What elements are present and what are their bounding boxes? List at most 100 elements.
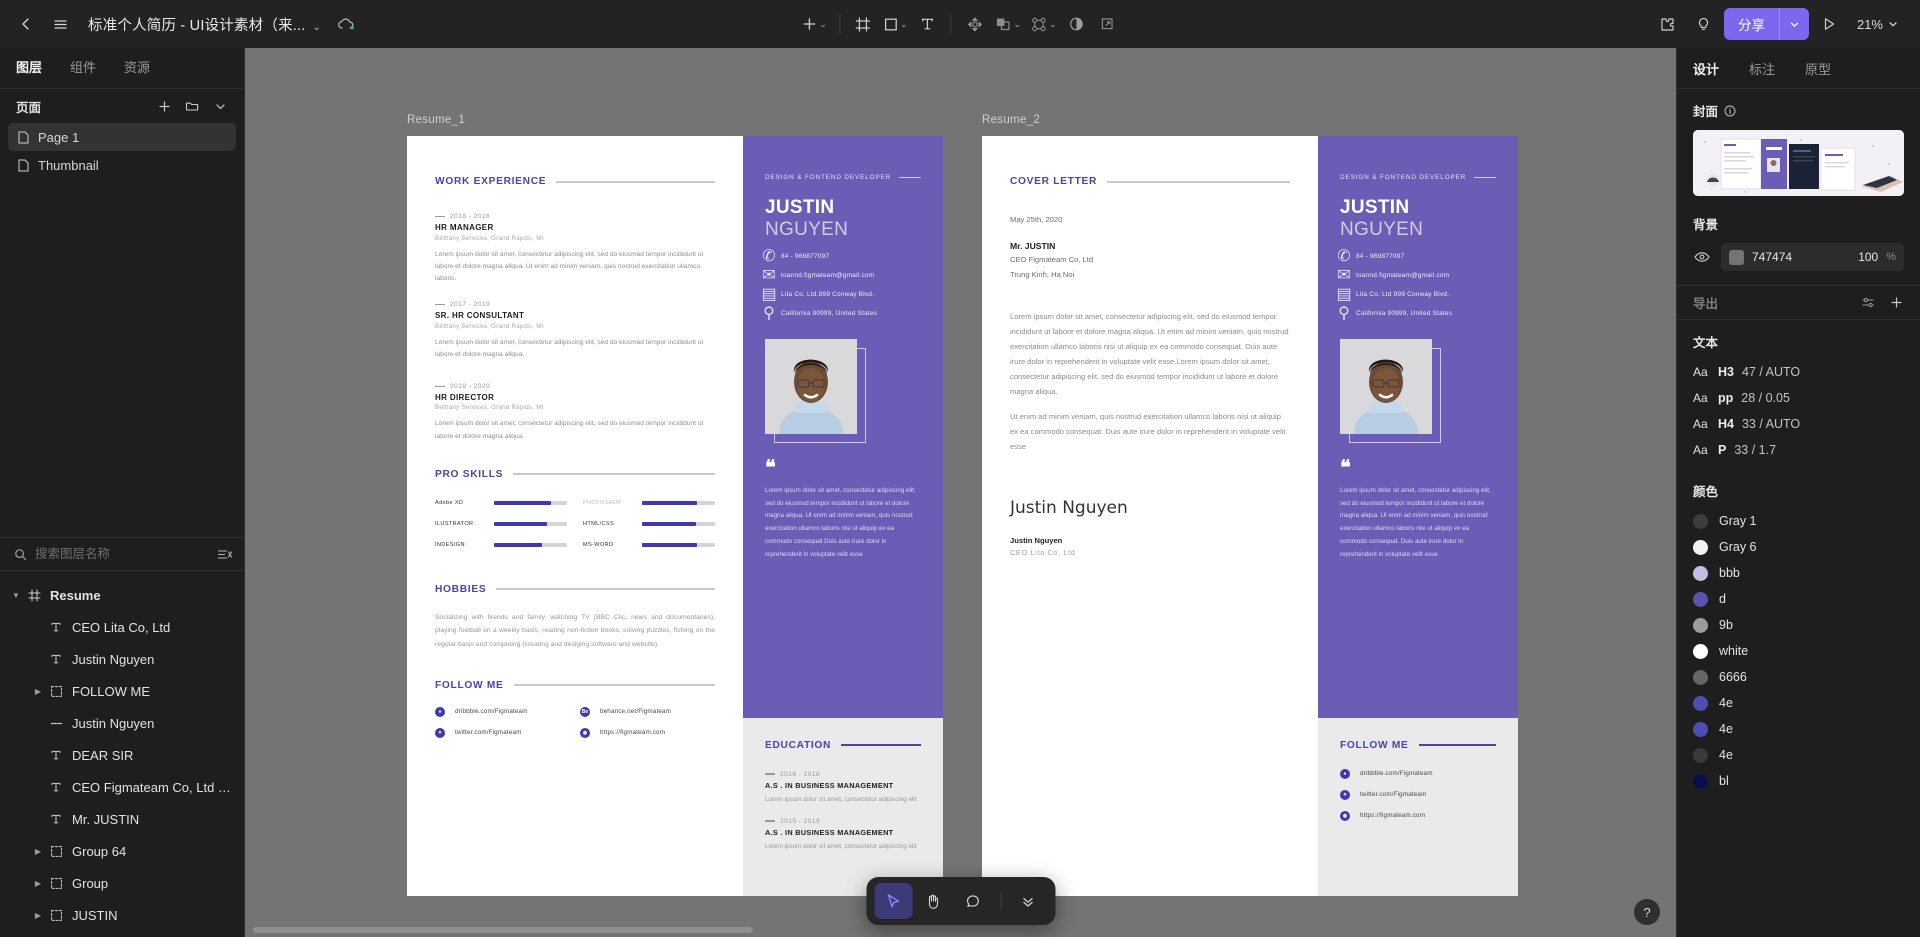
text-style-item[interactable]: Aa P 33 / 1.7 (1677, 437, 1920, 463)
tool-boolean-button[interactable]: ⌄ (991, 7, 1026, 41)
chevron-down-icon[interactable]: ⌄ (1014, 19, 1022, 30)
color-style-item[interactable]: bl (1677, 768, 1920, 794)
background-hex-value[interactable]: 747474 (1752, 250, 1850, 264)
tool-export-button[interactable] (1093, 7, 1123, 41)
move-tool-button[interactable] (874, 883, 912, 919)
frame-label-resume1[interactable]: Resume_1 (407, 114, 465, 126)
hand-tool-button[interactable] (914, 883, 952, 919)
social-link[interactable]: ✦ twitter.com/Figmateam (435, 727, 570, 738)
share-dropdown-caret[interactable] (1780, 19, 1809, 30)
color-style-item[interactable]: 6666 (1677, 664, 1920, 690)
eye-visible-icon[interactable] (1693, 251, 1711, 263)
background-swatch[interactable] (1729, 249, 1744, 265)
layer-row[interactable]: Justin Nguyen (0, 707, 244, 739)
chevron-right-icon[interactable]: ▶ (30, 911, 46, 920)
resume-page-1[interactable]: WORK EXPERIENCE 2018 - 2016 HR MANAGER B… (407, 136, 943, 896)
social-link[interactable]: Be behance.net/Figmateam (580, 706, 715, 717)
chevron-down-icon[interactable]: ⌄ (819, 19, 827, 30)
play-present-icon[interactable] (1813, 8, 1845, 40)
folder-icon[interactable] (180, 94, 204, 118)
layer-row[interactable]: ▶ FOLLOW ME (0, 675, 244, 707)
tool-move-button[interactable] (960, 7, 990, 41)
contact-row: ✆ 84 - 969877097 (762, 248, 921, 265)
text-style-item[interactable]: Aa pp 28 / 0.05 (1677, 385, 1920, 411)
color-style-item[interactable]: Gray 1 (1677, 508, 1920, 534)
horizontal-scrollbar[interactable] (253, 927, 753, 933)
chevron-down-icon[interactable]: ⌄ (900, 19, 908, 30)
comment-tool-button[interactable] (954, 883, 992, 919)
search-input[interactable] (35, 547, 209, 561)
hamburger-menu-icon[interactable] (44, 8, 76, 40)
social-link[interactable]: ✦ twitter.com/Figmateam (1340, 789, 1496, 800)
cloud-sync-icon[interactable] (337, 17, 355, 31)
share-button[interactable]: 分享 (1723, 8, 1809, 40)
plugin-puzzle-icon[interactable] (1652, 8, 1684, 40)
background-color-field[interactable]: 747474 100 % (1721, 243, 1904, 271)
tool-add-button[interactable]: ⌄ (797, 7, 831, 41)
tab-design[interactable]: 设计 (1693, 59, 1719, 78)
color-style-item[interactable]: 4e (1677, 742, 1920, 768)
layer-row[interactable]: ▶ Group (0, 867, 244, 899)
chevron-right-icon[interactable]: ▶ (30, 847, 46, 856)
collapse-pages-icon[interactable] (208, 94, 232, 118)
zoom-level-button[interactable]: 21% (1849, 8, 1906, 40)
more-tools-button[interactable] (1009, 883, 1047, 919)
tab-prototype[interactable]: 原型 (1805, 59, 1831, 78)
chevron-right-icon[interactable]: ▶ (30, 687, 46, 696)
tool-mask-button[interactable] (1062, 7, 1092, 41)
social-link[interactable]: ◉ https://figmateam.com (1340, 810, 1496, 821)
tab-assets[interactable]: 资源 (124, 48, 150, 88)
chevron-down-icon[interactable]: ⌄ (1049, 19, 1057, 30)
layer-row[interactable]: Mr. JUSTIN (0, 803, 244, 835)
text-style-item[interactable]: Aa H3 47 / AUTO (1677, 359, 1920, 385)
resume-page-2[interactable]: COVER LETTER May 25th, 2020 Mr. JUSTIN C… (982, 136, 1518, 896)
tool-text-button[interactable] (913, 7, 943, 41)
chevron-down-icon[interactable]: ▼ (8, 591, 24, 600)
tool-shape-button[interactable]: ⌄ (879, 7, 912, 41)
add-export-icon[interactable] (1884, 291, 1908, 315)
layer-row[interactable]: CEO Figmateam Co, Ltd Tr... (0, 771, 244, 803)
layer-row[interactable]: Justin Nguyen (0, 643, 244, 675)
layer-row[interactable]: ▶ Group 64 (0, 835, 244, 867)
lightbulb-icon[interactable] (1688, 8, 1720, 40)
page-file-icon (18, 159, 29, 171)
tab-components[interactable]: 组件 (70, 48, 96, 88)
color-style-item[interactable]: 9b (1677, 612, 1920, 638)
layer-row[interactable]: CEO Lita Co, Ltd (0, 611, 244, 643)
export-section-header: 导出 (1677, 285, 1920, 319)
cover-thumbnail[interactable] (1693, 130, 1904, 196)
page-item-thumbnail[interactable]: Thumbnail (8, 151, 236, 179)
background-opacity-value[interactable]: 100 (1858, 250, 1878, 264)
color-style-item[interactable]: Gray 6 (1677, 534, 1920, 560)
color-style-item[interactable]: 4e (1677, 690, 1920, 716)
chevron-down-icon[interactable]: ⌄ (312, 22, 321, 33)
tool-frame-button[interactable] (848, 7, 878, 41)
help-button[interactable]: ? (1634, 899, 1660, 925)
social-link[interactable]: ● dribbble.com/Figmateam (1340, 768, 1496, 779)
back-arrow-icon[interactable] (10, 8, 42, 40)
tab-layers[interactable]: 图层 (16, 48, 42, 88)
layer-row[interactable]: ▶ JUSTIN (0, 899, 244, 931)
social-link[interactable]: ● dribbble.com/Figmateam (435, 706, 570, 717)
sliders-icon[interactable] (1856, 291, 1880, 315)
frame-label-resume2[interactable]: Resume_2 (982, 114, 1040, 126)
tool-component-button[interactable]: ⌄ (1026, 7, 1061, 41)
text-style-item[interactable]: Aa H4 33 / AUTO (1677, 411, 1920, 437)
add-page-icon[interactable] (152, 94, 176, 118)
social-link[interactable]: ◉ https://figmateam.com (580, 727, 715, 738)
color-style-item[interactable]: 4e (1677, 716, 1920, 742)
chevron-right-icon[interactable]: ▶ (30, 879, 46, 888)
contact-text: toannd.figmateam@gmail.com (1356, 271, 1450, 279)
color-style-item[interactable]: bbb (1677, 560, 1920, 586)
color-style-item[interactable]: white (1677, 638, 1920, 664)
background-row: 747474 100 % (1693, 243, 1904, 271)
document-title[interactable]: 标准个人简历 - UI设计素材（来... ⌄ (88, 14, 321, 35)
layer-row[interactable]: ▼ Resume (0, 579, 244, 611)
layer-name: JUSTIN (72, 907, 118, 923)
color-style-item[interactable]: d (1677, 586, 1920, 612)
tab-annotate[interactable]: 标注 (1749, 59, 1775, 78)
layer-row[interactable]: DEAR SIR (0, 739, 244, 771)
layer-row[interactable]: ▶INFO (0, 931, 244, 937)
design-canvas[interactable]: Resume_1 Resume_2 WORK EXPERIENCE 2018 -… (245, 48, 1676, 937)
page-item-page1[interactable]: Page 1 (8, 123, 236, 151)
